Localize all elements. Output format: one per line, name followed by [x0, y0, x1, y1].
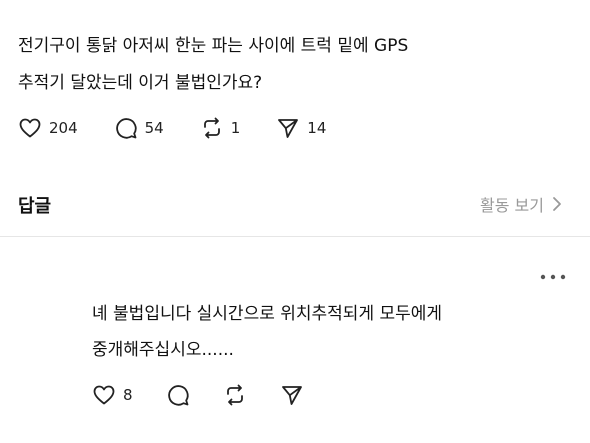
reply-button[interactable]: 54 — [114, 116, 164, 140]
speech-bubble-icon — [167, 385, 189, 406]
reply-like-count: 8 — [123, 386, 133, 404]
reply-like-button[interactable]: 8 — [92, 383, 133, 407]
view-activity-link[interactable]: 활동 보기 — [480, 192, 562, 216]
post-text-line: 전기구이 통닭 아저씨 한눈 파는 사이에 트럭 밑에 GPS — [18, 36, 409, 56]
reply-share-button[interactable] — [280, 383, 304, 407]
replies-header: 답글 활동 보기 — [0, 170, 590, 234]
section-divider — [0, 236, 590, 237]
send-plane-icon — [281, 386, 302, 405]
repost-arrows-icon — [226, 384, 243, 406]
more-options-button[interactable] — [540, 266, 566, 285]
repost-arrows-icon — [203, 117, 220, 139]
share-button[interactable]: 14 — [276, 116, 326, 140]
post-action-bar: 204 54 1 14 — [18, 116, 362, 140]
repost-button[interactable]: 1 — [200, 116, 241, 140]
reply-action-bar: 8 — [92, 383, 337, 407]
speech-bubble-icon — [115, 118, 137, 139]
reply-body: 녜 불법입니다 실시간으로 위치추적되게 모두에게 중개해주십시오...... — [92, 296, 582, 368]
post-text-line: 추적기 달았는데 이거 불법인가요? — [18, 73, 263, 93]
heart-icon — [19, 118, 41, 138]
reply-text-line: 중개해주십시오...... — [92, 340, 234, 360]
reply-repost-button[interactable] — [223, 383, 247, 407]
view-activity-label: 활동 보기 — [480, 196, 544, 215]
reply-comment-button[interactable] — [166, 383, 190, 407]
reply-count: 54 — [144, 119, 164, 137]
like-count: 204 — [49, 119, 78, 137]
replies-title: 답글 — [18, 196, 52, 217]
post-body: 전기구이 통닭 아저씨 한눈 파는 사이에 트럭 밑에 GPS 추적기 달았는데… — [18, 28, 578, 102]
heart-icon — [93, 385, 115, 405]
reply-text-line: 녜 불법입니다 실시간으로 위치추적되게 모두에게 — [92, 304, 443, 324]
like-button[interactable]: 204 — [18, 116, 78, 140]
send-plane-icon — [278, 119, 299, 138]
share-count: 14 — [307, 119, 327, 137]
repost-count: 1 — [230, 119, 241, 137]
more-dots-icon — [540, 274, 566, 280]
chevron-right-icon — [553, 197, 561, 211]
